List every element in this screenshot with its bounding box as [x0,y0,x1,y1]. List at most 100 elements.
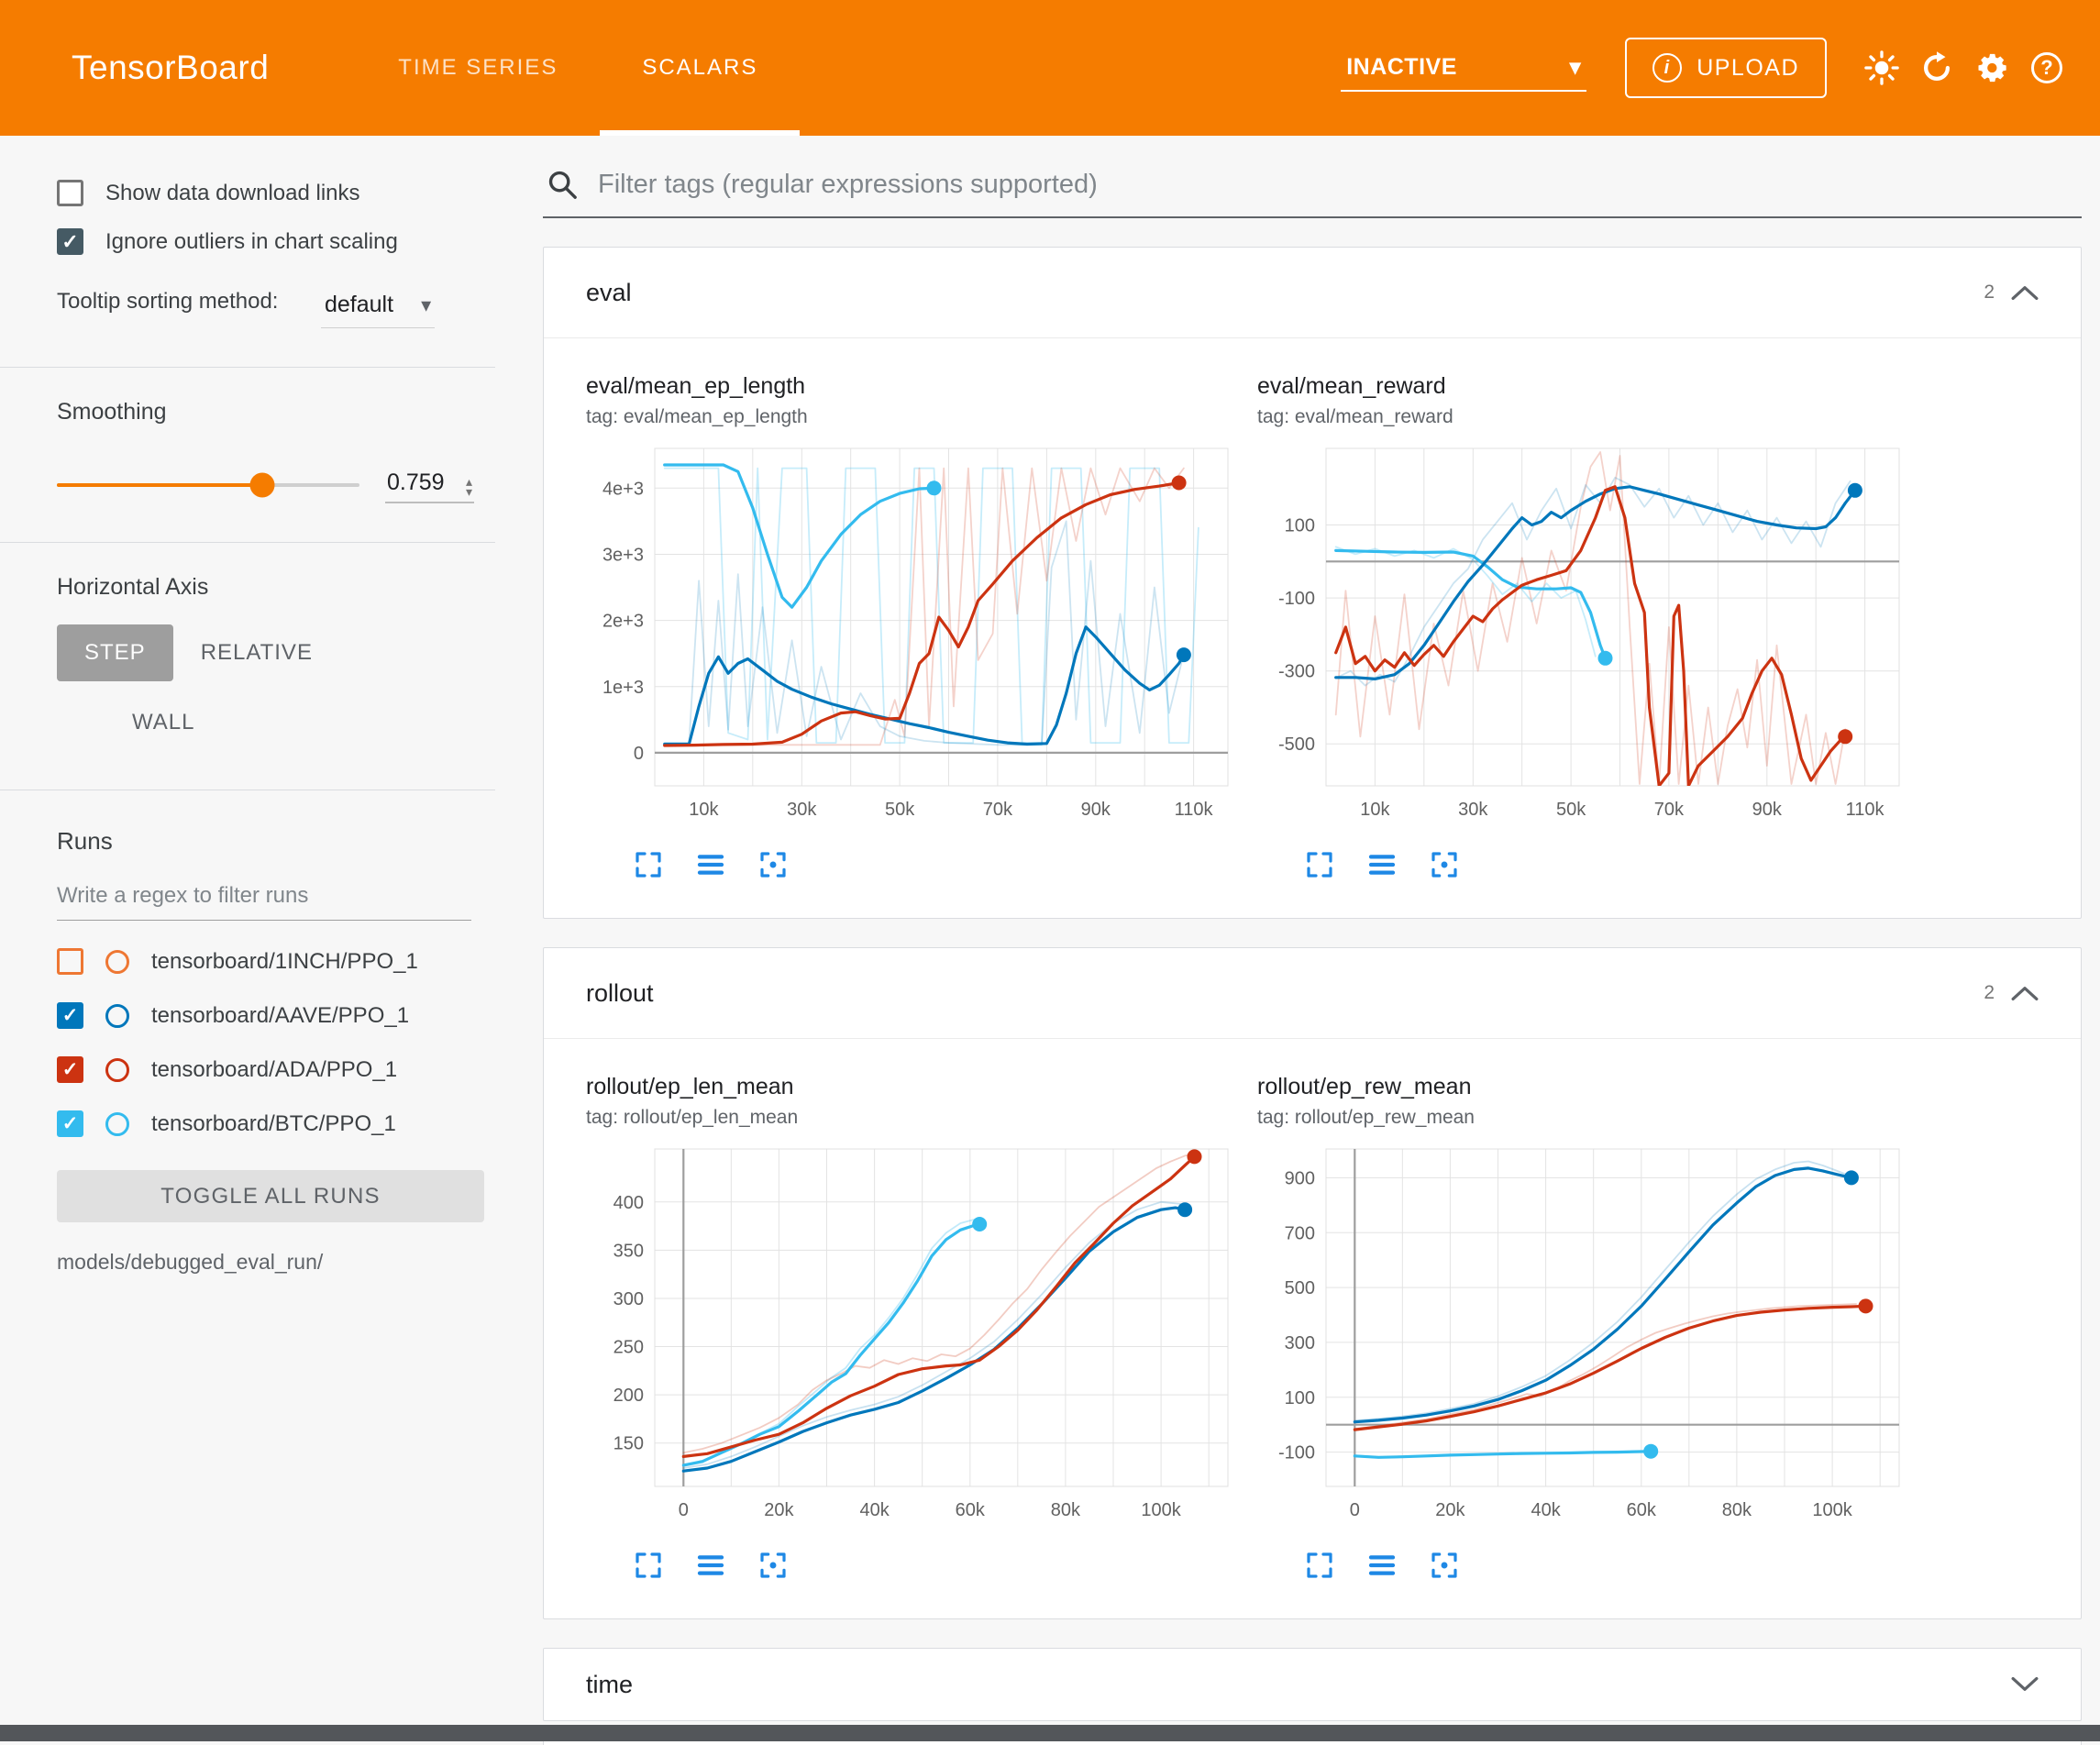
svg-text:150: 150 [613,1434,644,1454]
collapse-section-icon[interactable] [2011,284,2039,301]
svg-text:30k: 30k [1458,800,1488,820]
expand-icon[interactable] [634,850,663,879]
chart-toolbar [1257,850,1905,879]
section-header[interactable]: rollout2 [544,948,2081,1039]
section-card-time: time [543,1648,2082,1721]
svg-text:20k: 20k [764,1500,794,1520]
svg-text:70k: 70k [1654,800,1685,820]
chart-plot[interactable]: 020k40k60k80k100k-100100300500700900 [1257,1140,1905,1543]
data-table-icon[interactable] [696,1551,725,1580]
brightness-icon[interactable] [1854,40,1909,95]
svg-text:200: 200 [613,1386,644,1406]
svg-text:40k: 40k [1531,1500,1561,1520]
number-stepper[interactable]: ▴ ▾ [466,477,472,496]
expand-icon[interactable] [1305,850,1334,879]
svg-text:100k: 100k [1141,1500,1181,1520]
upload-button[interactable]: i UPLOAD [1625,38,1827,98]
section-card-rollout: rollout2 rollout/ep_len_meantag: rollout/… [543,947,2082,1619]
chart-toolbar [1257,1551,1905,1580]
section-chart-count: 2 [1984,282,1995,304]
chart-plot[interactable]: 10k30k50k70k90k110k100-100-300-500 [1257,439,1905,843]
fit-data-icon[interactable] [1430,1551,1459,1580]
runs-base-path: models/debugged_eval_run/ [57,1250,493,1275]
info-icon: i [1652,53,1682,83]
run-color-swatch[interactable] [105,950,129,974]
chart-plot[interactable]: 10k30k50k70k90k110k01e+32e+33e+34e+3 [586,439,1233,843]
axis-relative-button[interactable]: RELATIVE [173,624,340,681]
section-header[interactable]: eval2 [544,248,2081,338]
expand-section-icon[interactable] [2011,1676,2039,1693]
runs-section-label: Runs [57,827,493,856]
tab-time-series[interactable]: TIME SERIES [356,0,600,136]
run-color-swatch[interactable] [105,1058,129,1082]
data-table-icon[interactable] [696,850,725,879]
fit-data-icon[interactable] [758,1551,788,1580]
refresh-icon[interactable] [1909,40,1964,95]
show-download-links-checkbox[interactable] [57,180,83,206]
chart-card-rollout-ep-rew-mean: rollout/ep_rew_meantag: rollout/ep_rew_m… [1257,1074,1905,1580]
smoothing-slider-thumb[interactable] [250,472,275,497]
run-status-dropdown[interactable]: INACTIVE ▾ [1341,45,1586,92]
app-title: TensorBoard [72,0,269,136]
settings-sidebar: Show data download links ✓ Ignore outlie… [0,136,530,1311]
svg-text:100: 100 [1285,516,1315,536]
axis-step-button[interactable]: STEP [57,624,173,681]
series-end-dot [1848,483,1862,498]
run-checkbox[interactable]: ✓ [57,1002,83,1029]
series-end-dot [1188,1149,1202,1164]
section-header[interactable]: time [544,1649,2081,1720]
run-checkbox[interactable] [57,948,83,975]
smoothing-label: Smoothing [57,399,493,425]
settings-gear-icon[interactable] [1964,40,2019,95]
run-color-swatch[interactable] [105,1112,129,1136]
chart-tag: tag: rollout/ep_len_mean [586,1107,1233,1129]
chart-tag: tag: eval/mean_ep_length [586,406,1233,428]
tooltip-sorting-value: default [325,292,393,318]
run-color-swatch[interactable] [105,1004,129,1028]
tooltip-sorting-select[interactable]: default ▾ [321,286,435,328]
chart-title: eval/mean_ep_length [586,373,1233,400]
smoothing-slider-fill [57,483,262,487]
smoothing-value-input[interactable] [387,469,459,496]
tab-scalars[interactable]: SCALARS [600,0,800,136]
axis-wall-button[interactable]: WALL [105,694,222,751]
chart-tag: tag: eval/mean_reward [1257,406,1905,428]
chart-title: eval/mean_reward [1257,373,1905,400]
section-chart-count: 2 [1984,982,1995,1004]
tag-filter-input[interactable] [598,170,2078,200]
chart-plot[interactable]: 020k40k60k80k100k150200250300350400 [586,1140,1233,1543]
svg-text:80k: 80k [1722,1500,1752,1520]
svg-text:-100: -100 [1278,1443,1315,1463]
svg-text:3e+3: 3e+3 [602,546,644,566]
chart-title: rollout/ep_rew_mean [1257,1074,1905,1100]
data-table-icon[interactable] [1367,850,1397,879]
series-end-dot [1172,476,1187,491]
fit-data-icon[interactable] [1430,850,1459,879]
svg-text:20k: 20k [1435,1500,1465,1520]
smoothing-slider[interactable] [57,483,359,487]
run-row: ✓ tensorboard/AAVE/PPO_1 [57,1002,493,1029]
chart-toolbar [586,850,1233,879]
series-end-dot [972,1217,987,1231]
bottom-scrollbar[interactable] [0,1725,2100,1741]
series-end-dot [1844,1170,1859,1185]
svg-text:110k: 110k [1175,800,1214,820]
toggle-all-runs-button[interactable]: TOGGLE ALL RUNS [57,1170,484,1222]
run-checkbox[interactable]: ✓ [57,1056,83,1083]
expand-icon[interactable] [1305,1551,1334,1580]
svg-text:250: 250 [613,1338,644,1358]
svg-text:50k: 50k [1556,800,1586,820]
collapse-section-icon[interactable] [2011,985,2039,1001]
data-table-icon[interactable] [1367,1551,1397,1580]
series-end-dot [1177,1202,1192,1217]
smoothing-value-box: ▴ ▾ [385,466,474,503]
fit-data-icon[interactable] [758,850,788,879]
run-label: tensorboard/BTC/PPO_1 [151,1111,396,1137]
ignore-outliers-checkbox[interactable]: ✓ [57,228,83,255]
chart-card-rollout-ep-len-mean: rollout/ep_len_meantag: rollout/ep_len_m… [586,1074,1233,1580]
run-checkbox[interactable]: ✓ [57,1110,83,1137]
expand-icon[interactable] [634,1551,663,1580]
runs-filter-input[interactable] [57,870,471,921]
help-icon[interactable]: ? [2019,40,2074,95]
run-label: tensorboard/AAVE/PPO_1 [151,1003,409,1029]
